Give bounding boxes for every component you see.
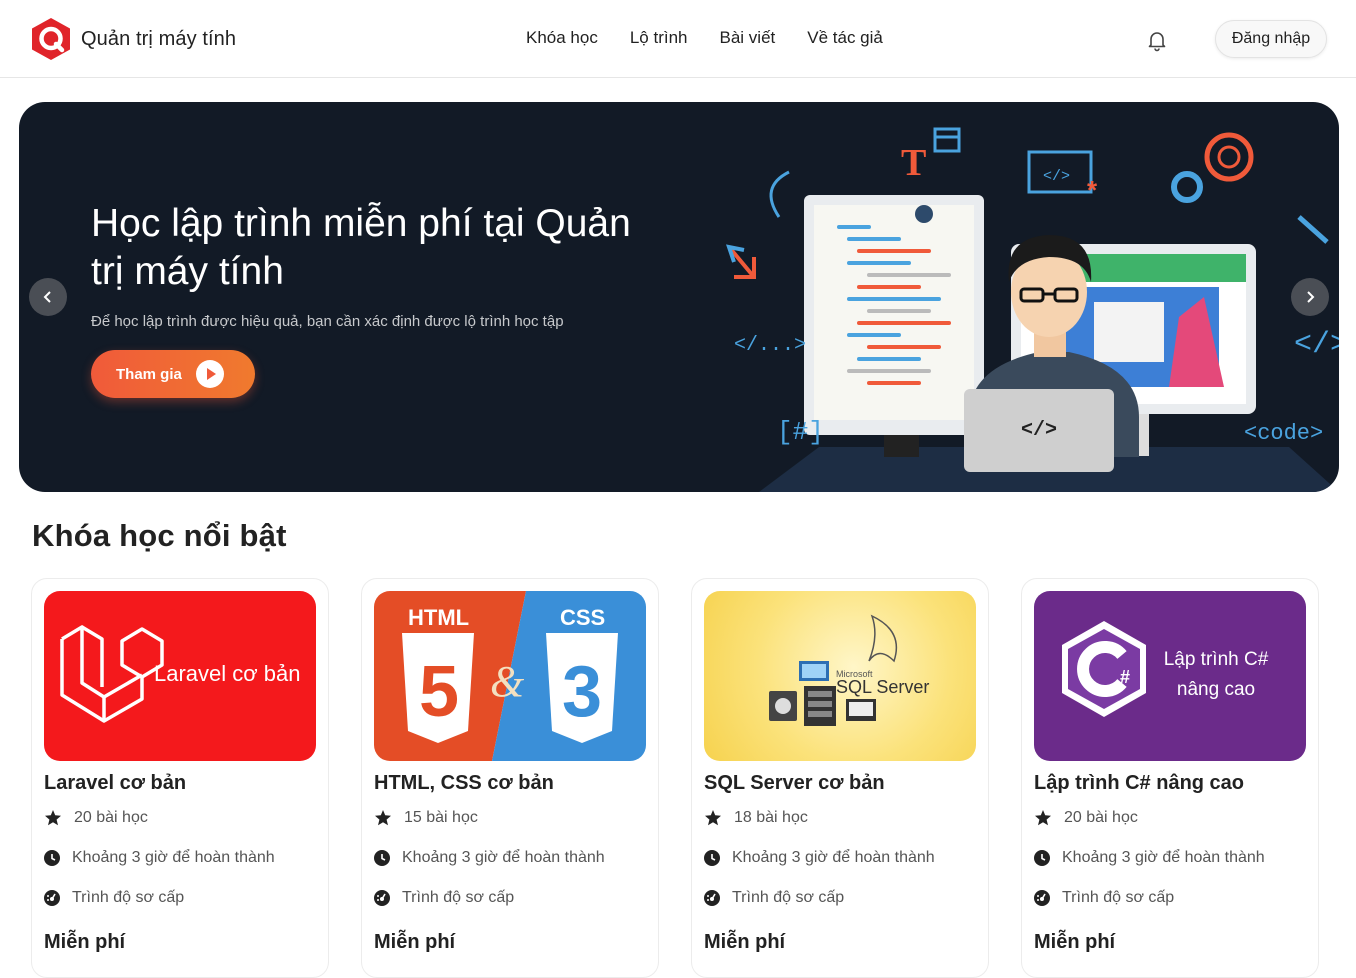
gauge-icon [374,890,390,906]
bell-icon[interactable] [1145,28,1169,52]
svg-text:*: * [1087,175,1098,205]
course-card-csharp[interactable]: # Lập trình C# nâng cao Lập trình C# nân… [1021,578,1319,978]
hero-banner: Học lập trình miễn phí tại Quản trị máy … [19,102,1339,492]
nav-articles[interactable]: Bài viết [720,28,776,48]
developer-illustration: </> T </> * </...> [#] </> <code> [726,127,1339,492]
nav-roadmap[interactable]: Lộ trình [630,28,688,48]
thumbnail-text-2: nâng cao [1177,679,1255,700]
svg-text:3: 3 [562,652,602,732]
slider-prev-button[interactable] [29,278,67,316]
course-level: Trình độ sơ cấp [1034,889,1174,907]
course-duration: Khoảng 3 giờ để hoàn thành [704,849,935,867]
course-thumbnail: # Lập trình C# nâng cao [1034,591,1306,761]
course-thumbnail: HTML 5 & CSS 3 [374,591,646,761]
brand-logo[interactable]: Quản trị máy tính [30,17,236,61]
course-lessons: 18 bài học [704,809,808,827]
chevron-left-icon [43,291,51,303]
svg-text:5: 5 [419,652,459,732]
code-tag-1: </...> [734,334,806,357]
play-icon [195,360,224,388]
course-price: Miễn phí [704,931,786,953]
course-duration: Khoảng 3 giờ để hoàn thành [374,849,605,867]
gauge-icon [704,890,720,906]
banner-title: Học lập trình miễn phí tại Quản trị máy … [91,202,631,293]
course-lessons: 15 bài học [374,809,478,827]
join-button[interactable]: Tham gia [91,350,255,398]
gauge-icon [44,890,60,906]
nav-courses[interactable]: Khóa học [526,28,598,48]
brand-name: Quản trị máy tính [81,27,237,50]
star-icon [705,810,721,826]
duration-text: Khoảng 3 giờ để hoàn thành [1062,849,1265,866]
course-price: Miễn phí [44,931,126,953]
thumbnail-text-html: HTML [408,605,469,630]
sql-server-logo-icon: Microsoft SQL Server [769,614,929,726]
html-css-logo-icon: HTML 5 & CSS 3 [374,591,646,761]
level-text: Trình độ sơ cấp [732,889,845,906]
clock-icon [704,850,720,866]
course-thumbnail: Laravel cơ bản [44,591,316,761]
join-button-label: Tham gia [116,365,182,383]
duration-text: Khoảng 3 giờ để hoàn thành [402,849,605,866]
csharp-logo-icon: # Lập trình C# nâng cao [1062,621,1269,717]
course-duration: Khoảng 3 giờ để hoàn thành [44,849,275,867]
thumbnail-text: Laravel cơ bản [154,661,301,686]
course-price: Miễn phí [1034,931,1116,953]
course-level: Trình độ sơ cấp [374,889,514,907]
svg-text:#: # [1120,667,1130,687]
code-tag-2: [#] [777,417,824,447]
top-header: Quản trị máy tính Khóa học Lộ trình Bài … [0,0,1356,78]
course-level: Trình độ sơ cấp [44,889,184,907]
course-duration: Khoảng 3 giờ để hoàn thành [1034,849,1265,867]
course-card-html-css[interactable]: HTML 5 & CSS 3 HTML, CSS cơ bản 15 bài h… [361,578,659,978]
course-title: Laravel cơ bản [44,772,187,794]
clock-icon [44,850,60,866]
thumbnail-text-css: CSS [560,605,605,630]
lessons-count: 18 bài học [734,809,808,826]
course-card-laravel[interactable]: Laravel cơ bản Laravel cơ bản 20 bài học… [31,578,329,978]
course-lessons: 20 bài học [44,809,148,827]
lessons-count: 20 bài học [74,809,148,826]
svg-text:&: & [490,657,525,706]
duration-text: Khoảng 3 giờ để hoàn thành [72,849,275,866]
star-icon [45,810,61,826]
course-thumbnail: Microsoft SQL Server [704,591,976,761]
logo-icon [32,18,70,60]
laravel-logo-icon: Laravel cơ bản [60,625,301,723]
banner-subtitle: Để học lập trình được hiệu quả, bạn cần … [91,313,564,330]
clock-icon [374,850,390,866]
thumbnail-text-1: Lập trình C# [1164,649,1269,670]
duration-text: Khoảng 3 giờ để hoàn thành [732,849,935,866]
svg-text:T: T [901,142,926,184]
login-button[interactable]: Đăng nhập [1215,20,1327,58]
course-price: Miễn phí [374,931,456,953]
main-nav: Khóa học Lộ trình Bài viết Về tác giả [526,28,883,48]
svg-text:</>: </> [1021,419,1057,442]
thumbnail-text-sqlserver: SQL Server [836,677,929,697]
lessons-count: 20 bài học [1064,809,1138,826]
section-title: Khóa học nổi bật [32,518,287,553]
course-title: SQL Server cơ bản [704,772,885,794]
level-text: Trình độ sơ cấp [402,889,515,906]
course-lessons: 20 bài học [1034,809,1138,827]
nav-about-author[interactable]: Về tác giả [807,28,883,48]
course-level: Trình độ sơ cấp [704,889,844,907]
course-title: HTML, CSS cơ bản [374,772,554,794]
lessons-count: 15 bài học [404,809,478,826]
star-icon [375,810,391,826]
star-icon [1035,810,1051,826]
code-tag-4: <code> [1244,421,1323,446]
code-tag-3: </> [1294,328,1339,362]
level-text: Trình độ sơ cấp [72,889,185,906]
course-card-sql-server[interactable]: Microsoft SQL Server SQL Server cơ bản 1… [691,578,989,978]
gauge-icon [1034,890,1050,906]
svg-text:</>: </> [1043,168,1070,185]
course-title: Lập trình C# nâng cao [1034,772,1245,794]
level-text: Trình độ sơ cấp [1062,889,1175,906]
clock-icon [1034,850,1050,866]
